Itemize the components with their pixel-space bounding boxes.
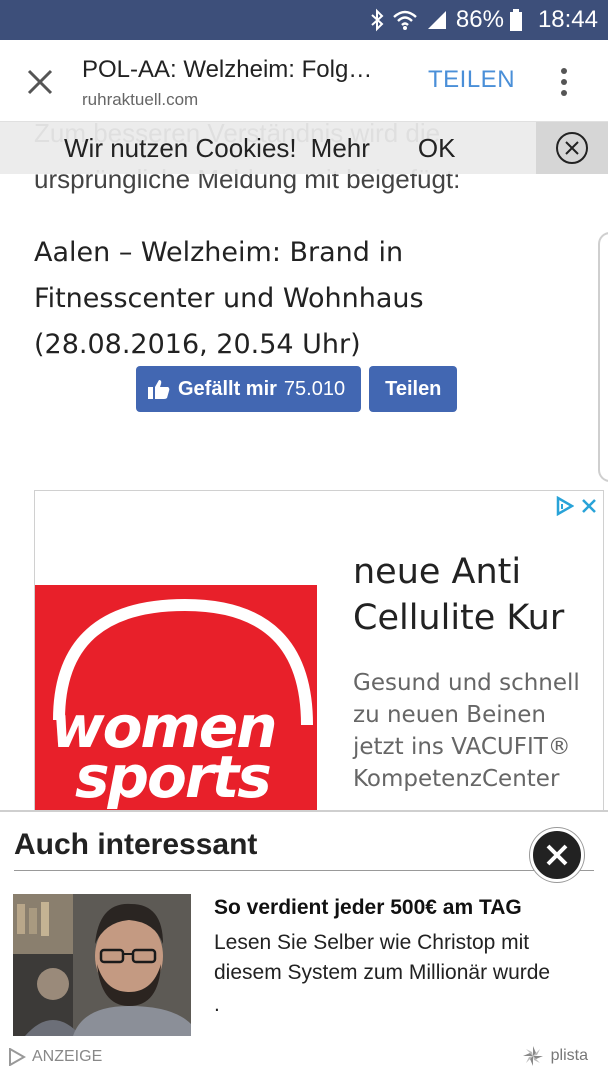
sponsored-label: ANZEIGE	[8, 1048, 102, 1066]
share-button[interactable]: TEILEN	[428, 66, 515, 94]
close-circle-icon	[556, 132, 588, 164]
display-ad[interactable]: women sports neue Anti Cellulite Kur Ges…	[34, 490, 604, 830]
bluetooth-icon	[370, 8, 384, 32]
adchoices-icon[interactable]	[555, 495, 575, 517]
widget-item-text[interactable]: Lesen Sie Selber wie Christop mit diesem…	[214, 928, 600, 988]
widget-title: Auch interessant	[14, 828, 258, 861]
divider	[14, 870, 594, 871]
cookie-message: Wir nutzen Cookies!	[64, 132, 297, 163]
screen: 86% 18:44 POL-AA: Welzheim: Folg… ruhrak…	[0, 0, 608, 1080]
page-domain: ruhraktuell.com	[82, 90, 199, 109]
ad-close-icon[interactable]	[579, 495, 599, 517]
article-headline: Aalen – Welzheim: Brand in Fitnesscenter…	[34, 237, 424, 360]
facebook-like-label: Gefällt mir	[178, 377, 277, 400]
close-icon	[27, 69, 53, 95]
overflow-menu-button[interactable]	[552, 64, 576, 100]
menu-dot	[561, 68, 567, 74]
plista-logo-icon	[522, 1046, 543, 1066]
cookie-ok-button[interactable]: OK	[418, 133, 456, 164]
facebook-buttons: Gefällt mir 75.010 Teilen	[136, 366, 458, 412]
ad-choices[interactable]	[555, 495, 599, 517]
menu-dot	[561, 79, 567, 85]
cookie-more-link[interactable]: Mehr	[311, 133, 370, 164]
battery-percent: 86%	[455, 6, 504, 33]
ad-marker-icon	[9, 1048, 26, 1066]
sponsored-label-text: ANZEIGE	[32, 1048, 103, 1065]
facebook-share-button[interactable]: Teilen	[369, 366, 458, 412]
ad-body: Gesund und schnell zu neuen Beinen jetzt…	[353, 670, 580, 792]
widget-close-button[interactable]	[530, 828, 584, 882]
cookie-banner: Wir nutzen Cookies! Mehr OK	[0, 122, 608, 174]
cookie-close-button[interactable]	[536, 122, 608, 174]
ad-headline: neue Anti Cellulite Kur	[353, 552, 565, 638]
clock: 18:44	[537, 6, 598, 33]
menu-dot	[561, 90, 567, 96]
widget-provider[interactable]: plista	[521, 1044, 588, 1068]
recommendation-widget: Auch interessant So verdient jeder 500€ …	[0, 810, 608, 1080]
wifi-icon	[392, 9, 418, 31]
battery-icon	[509, 9, 522, 31]
close-icon	[546, 844, 568, 866]
status-bar: 86% 18:44	[0, 0, 608, 40]
close-tab-button[interactable]	[18, 62, 62, 102]
page-title: POL-AA: Welzheim: Folg…	[82, 56, 373, 83]
widget-thumbnail[interactable]	[13, 894, 191, 1036]
scroll-edge-glow	[598, 232, 608, 482]
cell-signal-icon	[426, 9, 448, 31]
ad-logo-text: sports	[75, 743, 272, 811]
facebook-like-count: 75.010	[283, 377, 346, 400]
widget-item-headline[interactable]: So verdient jeder 500€ am TAG	[214, 896, 522, 920]
facebook-like-button[interactable]: Gefällt mir 75.010	[136, 366, 362, 412]
ad-image: women sports	[35, 585, 317, 825]
thumbs-up-icon	[148, 380, 170, 399]
widget-provider-name: plista	[550, 1047, 588, 1064]
widget-item-trailing: .	[214, 993, 220, 1016]
person-photo	[13, 894, 191, 1036]
